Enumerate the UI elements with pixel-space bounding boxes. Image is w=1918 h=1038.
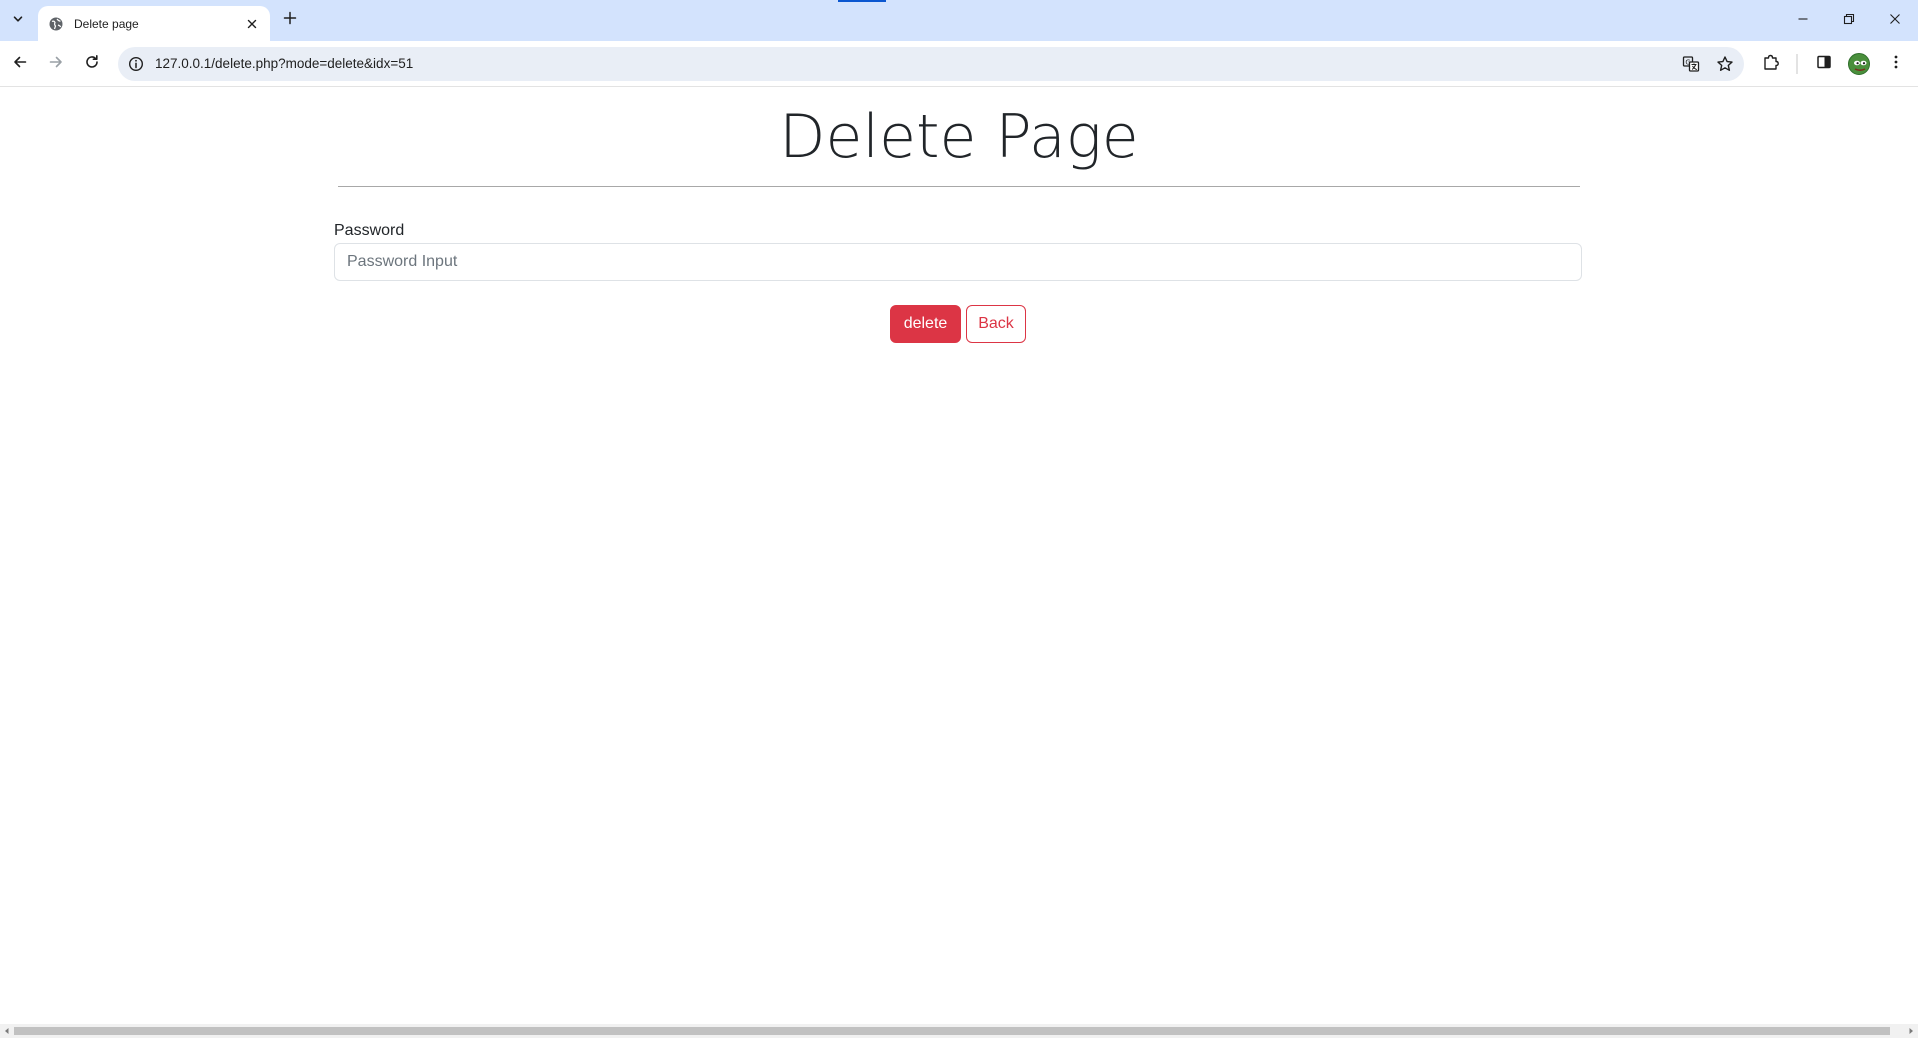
profile-avatar[interactable] bbox=[1848, 53, 1870, 75]
browser-menu-button[interactable] bbox=[1884, 52, 1908, 76]
tab-strip: Delete page bbox=[0, 0, 1918, 41]
side-panel-button[interactable] bbox=[1812, 52, 1836, 76]
restore-button[interactable] bbox=[1826, 0, 1872, 41]
password-input[interactable] bbox=[334, 243, 1582, 281]
translate-icon[interactable]: G bbox=[1681, 54, 1701, 74]
active-tab[interactable]: Delete page bbox=[38, 6, 270, 41]
back-button[interactable] bbox=[6, 50, 34, 78]
scrollbar-thumb[interactable] bbox=[14, 1027, 1890, 1035]
close-icon[interactable] bbox=[244, 16, 260, 32]
reload-button[interactable] bbox=[78, 50, 106, 78]
tab-title: Delete page bbox=[74, 16, 139, 31]
info-icon[interactable] bbox=[126, 54, 146, 74]
minimize-button[interactable] bbox=[1780, 0, 1826, 41]
star-icon[interactable] bbox=[1715, 54, 1735, 74]
arrow-left-icon bbox=[12, 54, 28, 75]
puzzle-icon bbox=[1762, 53, 1780, 76]
page-content: Delete Page Password delete Back bbox=[0, 88, 1918, 1024]
arrow-right-icon bbox=[48, 54, 64, 75]
title-divider bbox=[338, 186, 1580, 187]
password-label: Password bbox=[334, 222, 405, 239]
globe-icon bbox=[48, 16, 64, 32]
scroll-right-icon[interactable] bbox=[1904, 1024, 1918, 1038]
horizontal-scrollbar[interactable] bbox=[0, 1024, 1918, 1038]
window-close-button[interactable] bbox=[1872, 0, 1918, 41]
browser-toolbar: 127.0.0.1/delete.php?mode=delete&idx=51 … bbox=[0, 41, 1918, 87]
side-panel-icon bbox=[1816, 54, 1832, 75]
tab-loading-indicator bbox=[838, 0, 886, 2]
chevron-down-icon bbox=[12, 12, 24, 30]
toolbar-divider bbox=[1796, 52, 1798, 76]
back-link-button[interactable]: Back bbox=[966, 305, 1026, 343]
restore-icon bbox=[1843, 12, 1855, 30]
close-icon bbox=[1889, 12, 1901, 30]
minimize-icon bbox=[1797, 12, 1809, 30]
address-bar[interactable]: 127.0.0.1/delete.php?mode=delete&idx=51 … bbox=[118, 47, 1744, 81]
forward-button[interactable] bbox=[42, 50, 70, 78]
reload-icon bbox=[84, 54, 100, 75]
extensions-button[interactable] bbox=[1759, 52, 1783, 76]
url-text[interactable]: 127.0.0.1/delete.php?mode=delete&idx=51 bbox=[155, 47, 413, 81]
new-tab-button[interactable] bbox=[278, 8, 302, 32]
page-title: Delete Page bbox=[779, 102, 1139, 172]
scroll-left-icon[interactable] bbox=[0, 1024, 14, 1038]
kebab-menu-icon bbox=[1888, 54, 1904, 75]
tab-search-button[interactable] bbox=[6, 9, 30, 33]
plus-icon bbox=[283, 11, 297, 30]
delete-button[interactable]: delete bbox=[890, 305, 961, 343]
